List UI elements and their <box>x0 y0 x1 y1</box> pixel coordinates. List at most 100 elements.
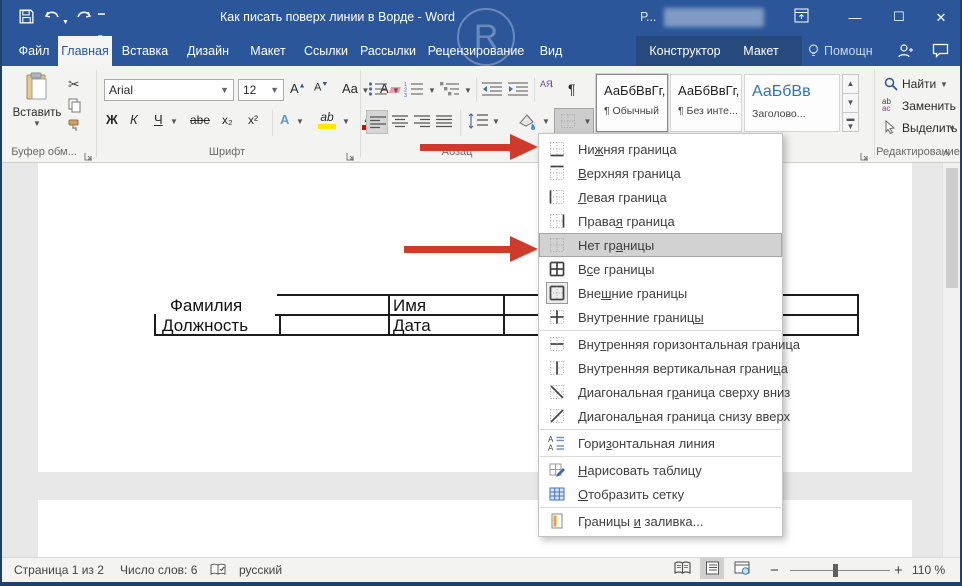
tab-table-layout[interactable]: Макет <box>732 36 790 66</box>
tell-me-label[interactable]: Помощн <box>824 36 873 66</box>
font-dialog-launcher-icon[interactable] <box>346 148 355 166</box>
italic-button[interactable]: К <box>130 112 138 127</box>
multilevel-list-icon[interactable] <box>440 81 460 102</box>
undo-dropdown-icon[interactable]: ▼ <box>62 14 69 32</box>
text-effects-button[interactable]: А <box>280 112 289 127</box>
tab-layout[interactable]: Макет <box>240 36 296 66</box>
select-dropdown-icon[interactable]: ▼ <box>948 124 956 133</box>
select-cursor-icon[interactable] <box>884 120 896 139</box>
menu-item-border-right[interactable]: Правая граница <box>539 209 782 233</box>
menu-item-view-gridlines[interactable]: Отобразить сетку <box>539 482 782 506</box>
tab-table-design[interactable]: Конструктор <box>642 36 728 66</box>
undo-icon[interactable] <box>44 8 62 28</box>
menu-item-border-none[interactable]: Нет границы <box>539 233 782 257</box>
read-mode-icon[interactable] <box>670 558 694 579</box>
user-name[interactable]: Р... <box>640 10 656 24</box>
menu-item-border-outside[interactable]: Внешние границы <box>539 281 782 305</box>
find-dropdown-icon[interactable]: ▼ <box>940 80 948 89</box>
collapse-ribbon-icon[interactable]: ᐱ <box>943 148 949 159</box>
table-cell-firstname[interactable]: Имя <box>393 296 426 316</box>
vertical-scrollbar[interactable] <box>942 163 960 557</box>
find-button[interactable]: Найти <box>902 77 936 91</box>
highlight-button[interactable]: ab <box>318 110 336 129</box>
menu-item-border-left[interactable]: Левая граница <box>539 185 782 209</box>
save-icon[interactable] <box>18 8 35 29</box>
font-family-combo[interactable]: Arial▼ <box>104 79 234 101</box>
text-effects-dropdown-icon[interactable]: ▼ <box>296 117 304 126</box>
scrollbar-thumb[interactable] <box>946 168 958 288</box>
comments-icon[interactable] <box>932 43 949 63</box>
bold-button[interactable]: Ж <box>106 112 118 127</box>
menu-item-border-bottom[interactable]: Нижняя граница <box>539 137 782 161</box>
menu-item-border-inside-v[interactable]: Внутренняя вертикальная граница <box>539 356 782 380</box>
tab-insert[interactable]: Вставка <box>114 36 176 66</box>
zoom-out-button[interactable]: − <box>770 558 779 583</box>
lightbulb-icon[interactable] <box>806 43 821 64</box>
shrink-font-button[interactable]: А▼ <box>314 81 328 94</box>
menu-item-borders-shading[interactable]: Границы и заливка... <box>539 509 782 533</box>
zoom-slider-thumb[interactable] <box>833 564 838 577</box>
menu-item-border-all[interactable]: Все границы <box>539 257 782 281</box>
table-cell-lastname[interactable]: Фамилия <box>170 296 242 316</box>
numbering-dropdown-icon[interactable]: ▼ <box>428 86 436 95</box>
decrease-indent-icon[interactable] <box>482 81 502 102</box>
bullets-dropdown-icon[interactable]: ▼ <box>392 86 400 95</box>
styles-gallery-more-icon[interactable]: ▬▼ <box>842 112 859 132</box>
highlight-dropdown-icon[interactable]: ▼ <box>342 117 350 126</box>
menu-item-border-diag-up[interactable]: Диагональная граница снизу вверх <box>539 404 782 428</box>
close-icon[interactable]: ✕ <box>928 8 954 28</box>
line-spacing-icon[interactable] <box>468 112 488 135</box>
borders-split-button[interactable]: ▼ <box>554 108 594 134</box>
styles-gallery-up-icon[interactable]: ▲ <box>842 74 859 94</box>
table-cell-date[interactable]: Дата <box>393 316 431 336</box>
underline-button[interactable]: Ч <box>154 112 163 127</box>
print-layout-icon[interactable] <box>700 558 724 579</box>
menu-item-horizontal-line[interactable]: AAГоризонтальная линия <box>539 431 782 455</box>
find-icon[interactable] <box>884 77 898 96</box>
bullets-icon[interactable] <box>368 81 388 102</box>
copy-icon[interactable] <box>68 98 82 118</box>
share-person-icon[interactable] <box>896 42 914 65</box>
style-no-spacing[interactable]: АаБбВвГг, ¶ Без инте... <box>670 74 742 132</box>
minimize-icon[interactable]: — <box>842 8 868 28</box>
clipboard-dialog-launcher-icon[interactable] <box>84 148 93 166</box>
ribbon-display-icon[interactable] <box>788 8 814 29</box>
tab-references[interactable]: Ссылки <box>298 36 354 66</box>
zoom-in-button[interactable]: + <box>894 558 903 583</box>
proofing-icon[interactable] <box>210 563 226 582</box>
menu-item-border-inside-h[interactable]: Внутренняя горизонтальная граница <box>539 332 782 356</box>
cut-icon[interactable]: ✂ <box>68 76 80 93</box>
shading-dropdown-icon[interactable]: ▼ <box>542 117 550 126</box>
subscript-button[interactable]: x₂ <box>222 113 233 127</box>
align-center-button[interactable] <box>392 114 408 135</box>
menu-item-border-top[interactable]: Верхняя граница <box>539 161 782 185</box>
menu-item-draw-table[interactable]: Нарисовать таблицу <box>539 458 782 482</box>
font-size-combo[interactable]: 12▼ <box>238 79 284 101</box>
format-painter-icon[interactable] <box>68 118 83 138</box>
style-normal[interactable]: АаБбВвГг, ¶ Обычный <box>596 74 668 132</box>
underline-dropdown-icon[interactable]: ▼ <box>170 117 178 126</box>
superscript-button[interactable]: x² <box>248 113 258 127</box>
styles-dialog-launcher-icon[interactable] <box>860 148 869 166</box>
borders-dropdown-icon[interactable]: ▼ <box>583 117 591 126</box>
tab-file[interactable]: Файл <box>10 36 58 66</box>
page-indicator[interactable]: Страница 1 из 2 <box>14 558 104 583</box>
numbering-icon[interactable]: 123 <box>404 81 424 102</box>
zoom-slider-track[interactable] <box>790 570 890 571</box>
zoom-level[interactable]: 110 % <box>912 558 945 583</box>
word-count[interactable]: Число слов: 6 <box>120 558 197 583</box>
menu-item-border-inside[interactable]: Внутренние границы <box>539 305 782 329</box>
tab-mailings[interactable]: Рассылки <box>356 36 420 66</box>
styles-gallery-down-icon[interactable]: ▼ <box>842 93 859 113</box>
menu-item-border-diag-down[interactable]: Диагональная граница сверху вниз <box>539 380 782 404</box>
align-right-button[interactable] <box>414 114 430 135</box>
sort-button[interactable]: АЯ↓ <box>540 80 555 89</box>
grow-font-button[interactable]: А▲ <box>290 81 306 96</box>
align-left-button[interactable] <box>366 110 388 134</box>
replace-button[interactable]: Заменить <box>902 99 956 113</box>
redo-icon[interactable] <box>74 8 92 28</box>
tab-view[interactable]: Вид <box>532 36 570 66</box>
paste-button[interactable]: Вставить ▼ <box>10 72 64 142</box>
maximize-icon[interactable]: ☐ <box>886 7 912 27</box>
tab-home[interactable]: Главная <box>58 36 112 66</box>
